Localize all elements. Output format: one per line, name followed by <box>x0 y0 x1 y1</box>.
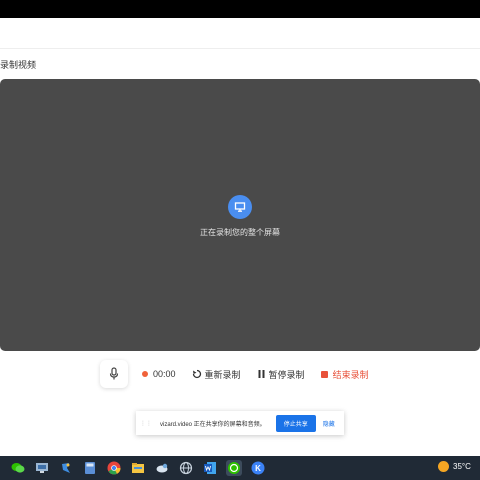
recording-status-text: 正在录制您的整个屏幕 <box>200 228 280 237</box>
stop-recording-button[interactable]: 结束录制 <box>320 368 369 381</box>
pause-label: 暂停录制 <box>268 369 305 380</box>
wechat-icon[interactable] <box>10 460 26 476</box>
timer-value: 00:00 <box>153 369 176 379</box>
file-explorer-icon[interactable] <box>130 460 146 476</box>
stop-label: 结束录制 <box>332 369 369 380</box>
screen-share-notice: ⋮⋮ vizard.video 正在共享你的屏幕和音频。 停止共享 隐藏 <box>136 411 344 435</box>
microphone-button[interactable] <box>100 360 128 388</box>
temperature-value: 35°C <box>453 462 471 471</box>
weather-widget[interactable]: 35°C <box>438 461 471 472</box>
wechat-active-icon[interactable] <box>226 460 242 476</box>
taskbar: K <box>0 456 480 480</box>
monitor-icon <box>228 195 252 219</box>
recording-timer: 00:00 <box>142 369 176 379</box>
bird-app-icon[interactable] <box>58 460 74 476</box>
bird-app-2-icon[interactable] <box>154 460 170 476</box>
pause-recording-button[interactable]: 暂停录制 <box>257 368 305 381</box>
restart-icon <box>192 369 201 379</box>
restart-recording-button[interactable]: 重新录制 <box>192 368 241 381</box>
header-divider <box>0 48 480 49</box>
svg-text:K: K <box>255 464 261 473</box>
recording-controls: 00:00 重新录制 暂停录制 结束录制 <box>100 358 376 390</box>
sun-icon <box>438 461 449 472</box>
stop-sharing-button[interactable]: 停止共享 <box>275 414 316 432</box>
word-icon[interactable] <box>202 460 218 476</box>
recording-dot-icon <box>142 371 148 377</box>
restart-label: 重新录制 <box>204 369 241 380</box>
calculator-icon[interactable] <box>82 460 98 476</box>
pause-icon <box>258 370 265 378</box>
network-icon[interactable] <box>34 460 50 476</box>
share-message: vizard.video 正在共享你的屏幕和音频。 <box>160 421 266 428</box>
chrome-icon[interactable] <box>106 460 122 476</box>
hide-link[interactable]: 隐藏 <box>323 419 335 428</box>
k-app-icon[interactable]: K <box>250 460 266 476</box>
window-top-bar <box>0 0 480 18</box>
drag-handle-icon[interactable]: ⋮⋮ <box>140 420 152 427</box>
globe-icon[interactable] <box>178 460 194 476</box>
page-title: 录制视频 <box>0 60 37 70</box>
microphone-icon <box>109 367 119 380</box>
stop-icon <box>320 370 328 378</box>
